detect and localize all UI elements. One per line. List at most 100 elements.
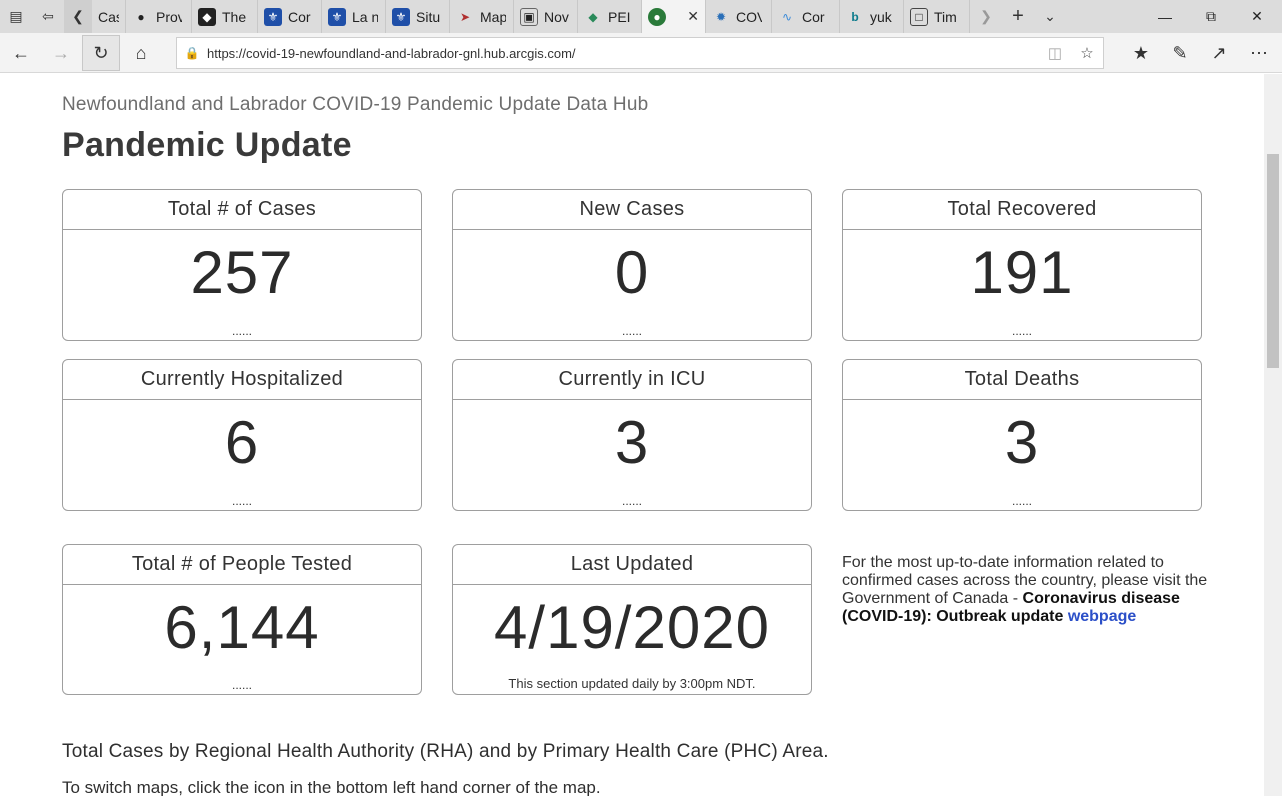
wave-icon: ∿ [781, 9, 793, 24]
card-value: 3 [1004, 409, 1040, 476]
globe-icon: ● [648, 7, 666, 26]
last-updated-card: Last Updated 4/19/2020 This section upda… [452, 544, 812, 695]
card-heading: Total # of People Tested [63, 545, 421, 585]
forward-icon[interactable]: → [42, 35, 80, 71]
fleur-de-lis-icon: ⚜ [264, 7, 282, 26]
tab-case[interactable]: Case [92, 0, 126, 33]
tab-cov[interactable]: ✹ COV [706, 0, 772, 33]
tab-label: Case [98, 8, 119, 25]
shield-icon: ◆ [198, 7, 216, 26]
tab-label: Tim [934, 8, 957, 25]
card-value: 0 [614, 239, 650, 306]
back-icon[interactable]: ← [2, 35, 40, 71]
tab-label: Cor [802, 8, 825, 25]
tab-tim[interactable]: □ Tim [904, 0, 970, 33]
card-footer: ...... [231, 324, 252, 338]
more-icon[interactable]: ⋯ [1240, 35, 1278, 71]
tab-label: The [222, 8, 247, 25]
card-heading: Currently in ICU [453, 360, 811, 400]
card-footer: ...... [231, 678, 252, 692]
card-value: 191 [970, 239, 1074, 306]
card-footer: ...... [621, 324, 642, 338]
hospitalized-card: Currently Hospitalized 6 ...... [62, 359, 422, 511]
card-heading: Total Recovered [843, 190, 1201, 230]
tab-label: Nov [544, 8, 569, 25]
tab-label: Map [480, 8, 506, 25]
tab-yuk[interactable]: b yuk [840, 0, 904, 33]
pei-icon: ◆ [588, 9, 598, 24]
card-value: 6,144 [164, 594, 320, 661]
tab-la-n[interactable]: ⚜ La n [322, 0, 386, 33]
section-instructions: To switch maps, click the icon in the bo… [62, 778, 601, 796]
card-value: 4/19/2020 [494, 594, 770, 661]
reading-view-icon[interactable]: ◫ [1039, 44, 1071, 62]
page-icon: □ [910, 7, 928, 26]
tab-label: Situ [416, 8, 441, 25]
people-tested-card: Total # of People Tested 6,144 ...... [62, 544, 422, 695]
card-footer: ...... [621, 494, 642, 508]
pen-icon[interactable]: ✎ [1161, 35, 1199, 71]
info-text: For the most up-to-date information rela… [842, 554, 1212, 626]
new-cases-card: New Cases 0 ...... [452, 189, 812, 341]
tab-nov[interactable]: ▣ Nov [514, 0, 578, 33]
card-heading: Last Updated [453, 545, 811, 585]
new-tab-icon[interactable]: + [1002, 0, 1034, 33]
covid-icon: ✹ [715, 9, 727, 24]
section-heading: Total Cases by Regional Health Authority… [62, 741, 829, 762]
lock-icon: 🔒 [184, 46, 200, 60]
navigation-bar: ← → ↻ ⌂ 🔒 https://covid-19-newfoundland-… [0, 33, 1282, 73]
tab-prov[interactable]: ● Prov [126, 0, 192, 33]
tab-strip: ▤ ⇦ ❮ Case ● Prov ◆ The ⚜ Cor ⚜ La n ⚜ S… [0, 0, 1282, 33]
total-recovered-card: Total Recovered 191 ...... [842, 189, 1202, 341]
bison-icon: ● [137, 9, 145, 24]
set-aside-tabs-icon[interactable]: ⇦ [32, 0, 64, 33]
fleur-de-lis-icon: ⚜ [392, 7, 410, 26]
hub-title: Newfoundland and Labrador COVID-19 Pande… [62, 94, 649, 115]
refresh-icon[interactable]: ↻ [82, 35, 120, 71]
bing-icon: b [851, 9, 859, 24]
tab-scroll-right-icon[interactable]: ❯ [970, 0, 1002, 33]
tab-label: PEI C [608, 8, 634, 25]
address-bar[interactable]: 🔒 https://covid-19-newfoundland-and-labr… [176, 37, 1104, 69]
tab-cor[interactable]: ⚜ Cor [258, 0, 322, 33]
card-heading: Total # of Cases [63, 190, 421, 230]
card-value: 6 [224, 409, 260, 476]
total-cases-card: Total # of Cases 257 ...... [62, 189, 422, 341]
favorite-star-icon[interactable]: ☆ [1071, 44, 1103, 62]
url-text: https://covid-19-newfoundland-and-labrad… [207, 45, 576, 61]
close-tab-icon[interactable]: ✕ [687, 8, 699, 25]
tab-cor-2[interactable]: ∿ Cor [772, 0, 840, 33]
home-icon[interactable]: ⌂ [122, 35, 160, 71]
restore-icon[interactable]: ⧉ [1188, 0, 1234, 33]
card-footer: This section updated daily by 3:00pm NDT… [508, 676, 756, 691]
close-window-icon[interactable]: ✕ [1234, 0, 1280, 33]
tab-map[interactable]: ➤ Map [450, 0, 514, 33]
tab-active-arcgis[interactable]: ● ✕ [642, 0, 706, 33]
card-heading: Currently Hospitalized [63, 360, 421, 400]
image-icon: ▣ [520, 7, 538, 26]
tab-scroll-left-icon[interactable]: ❮ [64, 0, 92, 33]
favorites-icon[interactable]: ★ [1122, 35, 1160, 71]
card-footer: ...... [1011, 494, 1032, 508]
card-footer: ...... [1011, 324, 1032, 338]
icu-card: Currently in ICU 3 ...... [452, 359, 812, 511]
tab-label: yuk [870, 8, 892, 25]
total-deaths-card: Total Deaths 3 ...... [842, 359, 1202, 511]
card-value: 257 [190, 239, 294, 306]
page-content: Newfoundland and Labrador COVID-19 Pande… [0, 74, 1264, 796]
tab-actions-icon[interactable]: ▤ [0, 0, 32, 33]
tab-label: COV [736, 8, 762, 25]
scrollbar-thumb[interactable] [1267, 154, 1279, 368]
tab-situ[interactable]: ⚜ Situ [386, 0, 450, 33]
card-heading: Total Deaths [843, 360, 1201, 400]
webpage-link[interactable]: webpage [1068, 608, 1136, 625]
chevron-down-icon[interactable]: ⌄ [1034, 0, 1066, 33]
share-icon[interactable]: ↗ [1200, 35, 1238, 71]
tab-label: Cor [288, 8, 311, 25]
card-footer: ...... [231, 494, 252, 508]
page-scrollbar[interactable] [1264, 74, 1282, 796]
card-value: 3 [614, 409, 650, 476]
tab-the[interactable]: ◆ The [192, 0, 258, 33]
tab-pei[interactable]: ◆ PEI C [578, 0, 642, 33]
minimize-icon[interactable]: — [1142, 0, 1188, 33]
